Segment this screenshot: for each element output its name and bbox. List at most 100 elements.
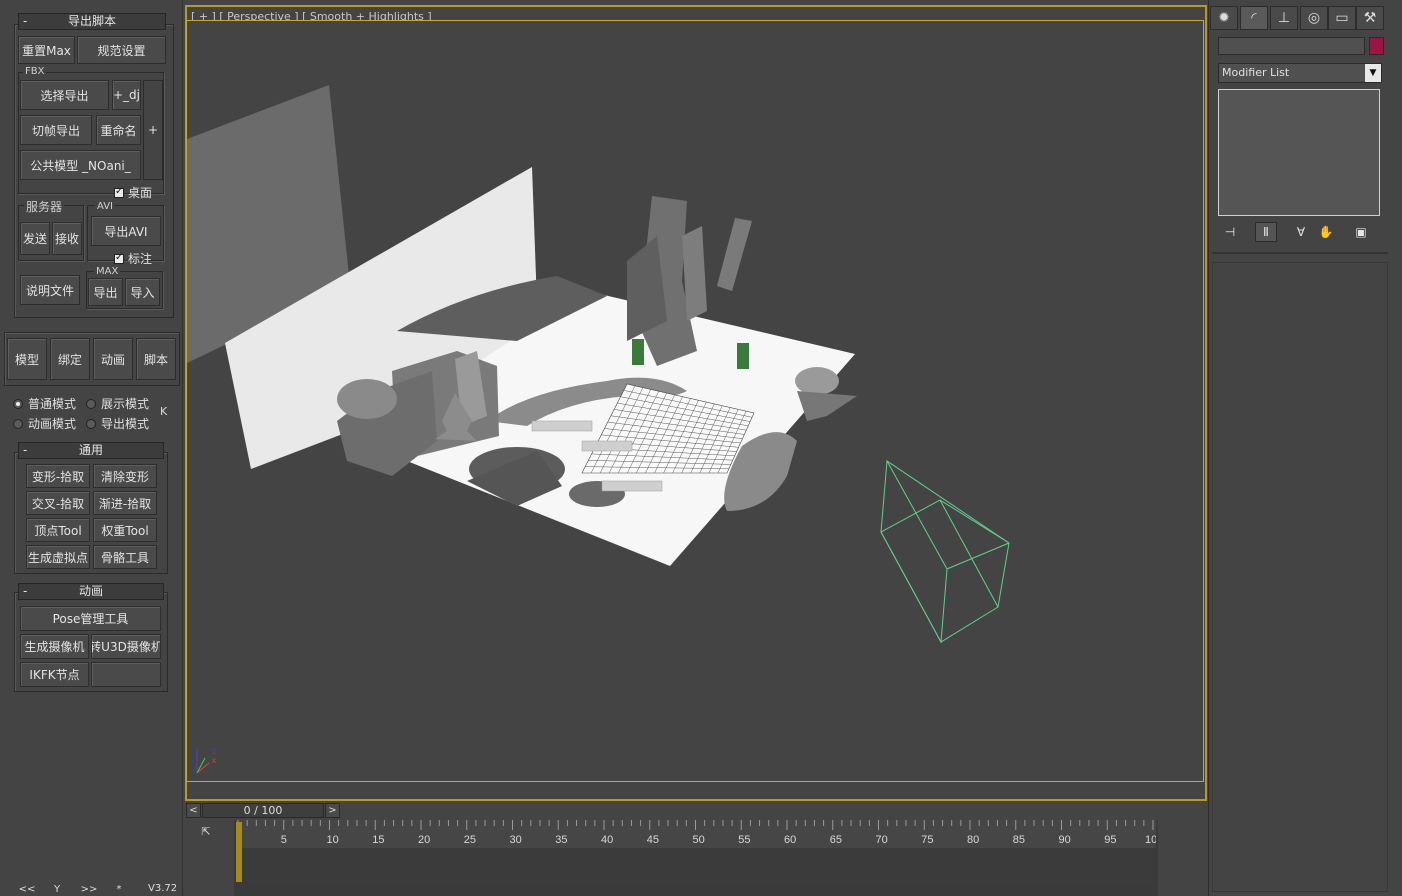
make-unique-icon[interactable]: ∀ (1290, 222, 1312, 242)
frame-export-button[interactable]: 切帧导出 (20, 115, 92, 145)
motion-icon[interactable]: ◎ (1300, 6, 1328, 30)
track-keys[interactable] (236, 848, 1156, 884)
modifier-stack[interactable] (1218, 89, 1380, 216)
tab-model[interactable]: 模型 (7, 338, 47, 380)
scene-render: x z (187, 85, 1010, 774)
checkbox-box[interactable] (114, 186, 124, 198)
select-export-button[interactable]: 选择导出 (20, 80, 109, 110)
ikfk-button[interactable]: IKFK节点 (20, 662, 89, 687)
remove-modifier-icon[interactable]: ✋ (1315, 222, 1337, 242)
weight-tool-button[interactable]: 权重Tool (93, 518, 157, 542)
cross-pick-button[interactable]: 交叉-拾取 (26, 491, 90, 515)
annotate-checkbox[interactable]: 标注 (114, 250, 152, 267)
show-end-result-icon[interactable]: Ⅱ (1255, 222, 1277, 242)
time-slider-thumb[interactable]: 0 / 100 (202, 803, 324, 818)
ruler-label: 100 (1145, 834, 1156, 846)
next-button[interactable]: >> (79, 884, 99, 896)
key-filter-icon[interactable]: ⇱ (196, 825, 216, 843)
radio-dot[interactable] (13, 398, 23, 409)
tower-cap (337, 379, 397, 419)
gen-dummy-button[interactable]: 生成虚拟点 (26, 545, 90, 569)
public-model-button[interactable]: 公共模型 _NOani_ (20, 150, 141, 180)
hierarchy-icon[interactable]: ⊥ (1270, 6, 1298, 30)
collapse-icon[interactable]: - (23, 14, 27, 29)
modify-icon[interactable]: ◜ (1240, 6, 1268, 30)
progressive-pick-button[interactable]: 渐进-拾取 (93, 491, 157, 515)
rename-button[interactable]: 重命名 (96, 115, 141, 145)
export-script-header[interactable]: - 导出脚本 (18, 13, 166, 30)
pin-stack-icon[interactable]: ⊣ (1219, 222, 1241, 242)
time-cursor[interactable] (236, 822, 242, 882)
morph-pick-button[interactable]: 变形-拾取 (26, 464, 90, 488)
ruler-label: 5 (281, 834, 287, 846)
modifier-list-dropdown[interactable]: Modifier List ▼ (1218, 63, 1382, 83)
ruler-label: 55 (738, 834, 750, 846)
create-icon[interactable]: ✹ (1210, 6, 1238, 30)
receive-button[interactable]: 接收 (52, 222, 82, 255)
radio-dot[interactable] (86, 398, 96, 409)
mode-display-radio[interactable]: 展示模式 (86, 395, 149, 412)
max-export-button[interactable]: 导出 (88, 278, 123, 306)
prev-button[interactable]: << (17, 884, 37, 896)
export-script-title: 导出脚本 (67, 14, 116, 28)
time-next-button[interactable]: > (325, 803, 340, 818)
configure-sets-icon[interactable]: ▣ (1350, 222, 1372, 242)
axis-z-label: z (212, 747, 216, 756)
object-name-field[interactable] (1218, 37, 1365, 55)
ruler-label: 25 (464, 834, 476, 846)
spec-settings-button[interactable]: 规范设置 (77, 36, 166, 64)
tab-script[interactable]: 脚本 (136, 338, 176, 380)
mode-normal-radio[interactable]: 普通模式 (13, 395, 76, 412)
time-prev-button[interactable]: < (186, 803, 201, 818)
mode-animation-radio[interactable]: 动画模式 (13, 415, 76, 432)
radio-dot[interactable] (86, 418, 96, 429)
annotate-label: 标注 (128, 252, 153, 266)
send-button[interactable]: 发送 (20, 222, 50, 255)
plus-side-button[interactable]: + (143, 80, 163, 180)
mode-export-radio[interactable]: 导出模式 (86, 415, 149, 432)
gen-camera-button[interactable]: 生成摄像机 (20, 634, 89, 659)
reset-max-button[interactable]: 重置Max (18, 36, 75, 64)
empty-button[interactable] (91, 662, 161, 687)
ruler-label: 15 (372, 834, 384, 846)
checkbox-box[interactable] (114, 252, 124, 264)
collapse-icon[interactable]: - (23, 584, 27, 599)
mode-normal-label: 普通模式 (28, 397, 77, 411)
radio-dot[interactable] (13, 418, 23, 429)
camera-helper-cube[interactable] (880, 459, 1010, 644)
star-button[interactable]: * (113, 884, 125, 896)
green-marker-b (737, 343, 749, 369)
tab-rigging[interactable]: 绑定 (50, 338, 90, 380)
track-ruler[interactable]: 0510152025303540455055606570758085909510… (235, 820, 1163, 848)
perspective-viewport[interactable]: x z (186, 20, 1204, 782)
export-avi-button[interactable]: 导出AVI (91, 216, 161, 246)
ruler-label: 30 (510, 834, 522, 846)
desktop-checkbox[interactable]: 桌面 (114, 184, 152, 201)
u3d-camera-button[interactable]: 转U3D摄像机 (91, 634, 161, 659)
ruler-label: 35 (555, 834, 567, 846)
axis-x-label: x (212, 756, 216, 765)
creature-head (795, 367, 839, 395)
axis-tripod: x z (196, 747, 216, 774)
ruler-label: 60 (784, 834, 796, 846)
y-button[interactable]: Y (50, 884, 64, 896)
modifier-list-label: Modifier List (1222, 66, 1290, 79)
tab-animation[interactable]: 动画 (93, 338, 133, 380)
general-header[interactable]: - 通用 (18, 442, 164, 459)
object-color-swatch[interactable] (1369, 37, 1384, 55)
chevron-down-icon[interactable]: ▼ (1365, 64, 1381, 82)
parameters-area (1212, 262, 1388, 892)
vertex-tool-button[interactable]: 顶点Tool (26, 518, 90, 542)
utilities-icon[interactable]: ⚒ (1356, 6, 1384, 30)
max-import-button[interactable]: 导入 (125, 278, 160, 306)
clear-morph-button[interactable]: 清除变形 (93, 464, 157, 488)
readme-button[interactable]: 说明文件 (20, 275, 80, 305)
animation-header[interactable]: - 动画 (18, 583, 164, 600)
plus-dj-button[interactable]: +_dj (112, 80, 141, 110)
collapse-icon[interactable]: - (23, 443, 27, 458)
mode-display-label: 展示模式 (101, 397, 150, 411)
flying-blade (717, 218, 752, 291)
display-icon[interactable]: ▭ (1328, 6, 1356, 30)
pose-manager-button[interactable]: Pose管理工具 (20, 606, 161, 631)
bone-tool-button[interactable]: 骨骼工具 (93, 545, 157, 569)
